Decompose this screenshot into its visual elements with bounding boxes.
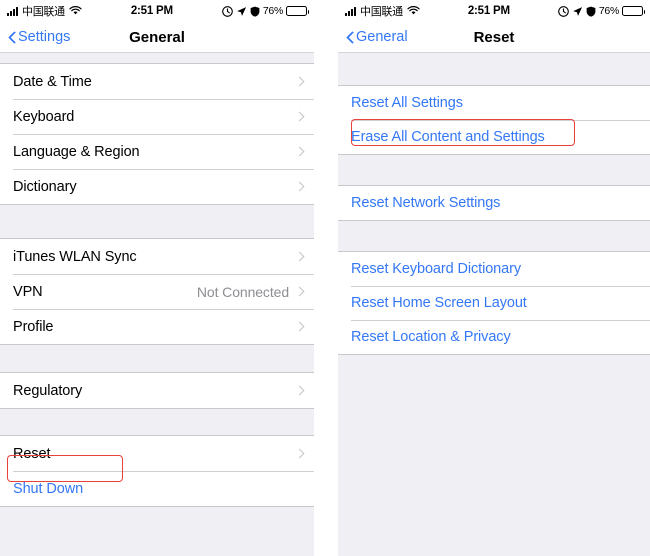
chevron-right-icon xyxy=(296,250,304,263)
row-label: Shut Down xyxy=(13,480,84,497)
row-reset-location-privacy[interactable]: Reset Location & Privacy xyxy=(338,320,650,354)
group-gap xyxy=(0,53,314,63)
row-reset-home-screen-layout[interactable]: Reset Home Screen Layout xyxy=(338,286,650,320)
row-date-time[interactable]: Date & Time xyxy=(0,64,314,99)
clock-label: 2:51 PM xyxy=(467,5,510,17)
chevron-right-icon xyxy=(296,320,304,333)
row-regulatory[interactable]: Regulatory xyxy=(0,373,314,408)
row-value-vpn-status: Not Connected xyxy=(196,283,289,300)
right-phone-screen: 中国联通 2:51 PM 76% General Reset Reset All… xyxy=(338,0,650,556)
wifi-icon xyxy=(407,6,420,15)
group-gap xyxy=(0,345,314,372)
location-arrow-icon xyxy=(237,6,246,16)
battery-icon xyxy=(622,6,645,16)
status-bar-right-group: 76% xyxy=(222,5,309,17)
row-vpn[interactable]: VPN Not Connected xyxy=(0,274,314,309)
row-label: Regulatory xyxy=(13,382,83,399)
location-arrow-icon xyxy=(573,6,582,16)
general-group-3: Regulatory xyxy=(0,372,314,409)
row-language-region[interactable]: Language & Region xyxy=(0,134,314,169)
chevron-right-icon xyxy=(296,447,304,460)
dual-screenshot-container: 中国联通 2:51 PM 76% Settings General Date &… xyxy=(0,0,650,556)
row-label: Reset Location & Privacy xyxy=(351,329,511,345)
status-bar-left: 中国联通 2:51 PM 76% xyxy=(0,0,314,22)
reset-group-2: Reset Network Settings xyxy=(338,185,650,221)
battery-percent-label: 76% xyxy=(598,5,619,17)
chevron-right-icon xyxy=(296,75,304,88)
back-button-label: General xyxy=(356,29,408,45)
row-keyboard[interactable]: Keyboard xyxy=(0,99,314,134)
signal-bars-icon xyxy=(345,6,356,16)
reset-list-right[interactable]: Reset All Settings Erase All Content and… xyxy=(338,53,650,556)
carrier-label: 中国联通 xyxy=(22,6,65,18)
row-label: Keyboard xyxy=(13,108,75,125)
status-bar-left-group: 中国联通 xyxy=(7,3,82,19)
alarm-icon xyxy=(222,5,233,17)
general-group-1: Date & Time Keyboard Language & Region D… xyxy=(0,63,314,205)
chevron-right-icon xyxy=(296,285,304,298)
chevron-right-icon xyxy=(296,145,304,158)
row-itunes-wlan-sync[interactable]: iTunes WLAN Sync xyxy=(0,239,314,274)
row-erase-all-content-and-settings[interactable]: Erase All Content and Settings xyxy=(338,120,650,154)
row-label: Dictionary xyxy=(13,178,77,195)
row-label: VPN xyxy=(13,283,43,300)
vpn-shield-icon xyxy=(250,6,260,17)
row-label: Profile xyxy=(13,318,54,335)
row-dictionary[interactable]: Dictionary xyxy=(0,169,314,204)
row-label: Reset Home Screen Layout xyxy=(351,295,527,311)
group-gap xyxy=(338,53,650,85)
row-label: iTunes WLAN Sync xyxy=(13,248,137,265)
nav-bar-right: General Reset xyxy=(338,22,650,52)
chevron-right-icon xyxy=(296,384,304,397)
chevron-left-icon xyxy=(346,31,354,44)
row-label: Reset xyxy=(13,445,51,462)
wifi-icon xyxy=(69,6,82,15)
vpn-shield-icon xyxy=(586,6,596,17)
chevron-right-icon xyxy=(296,110,304,123)
row-label: Language & Region xyxy=(13,143,140,160)
row-reset-keyboard-dictionary[interactable]: Reset Keyboard Dictionary xyxy=(338,252,650,286)
nav-bar-left: Settings General xyxy=(0,22,314,52)
back-button-settings[interactable]: Settings xyxy=(8,29,70,45)
row-label: Reset Keyboard Dictionary xyxy=(351,261,521,277)
group-gap xyxy=(338,221,650,251)
row-reset-all-settings[interactable]: Reset All Settings xyxy=(338,86,650,120)
reset-group-1: Reset All Settings Erase All Content and… xyxy=(338,85,650,155)
row-shut-down[interactable]: Shut Down xyxy=(0,471,314,506)
row-label: Date & Time xyxy=(13,73,92,90)
row-reset-network-settings[interactable]: Reset Network Settings xyxy=(338,186,650,220)
battery-icon xyxy=(286,6,309,16)
row-reset[interactable]: Reset xyxy=(0,436,314,471)
row-profile[interactable]: Profile xyxy=(0,309,314,344)
clock-label: 2:51 PM xyxy=(130,5,173,17)
group-gap xyxy=(0,409,314,435)
status-bar-left-group: 中国联通 xyxy=(345,3,420,19)
left-phone-screen: 中国联通 2:51 PM 76% Settings General Date &… xyxy=(0,0,314,556)
chevron-left-icon xyxy=(8,31,16,44)
signal-bars-icon xyxy=(7,6,18,16)
general-group-4: Reset Shut Down xyxy=(0,435,314,507)
group-gap xyxy=(338,155,650,185)
alarm-icon xyxy=(558,5,569,17)
row-label: Reset Network Settings xyxy=(351,195,501,211)
general-group-2: iTunes WLAN Sync VPN Not Connected Profi… xyxy=(0,238,314,345)
list-bottom-gap xyxy=(338,355,650,531)
battery-percent-label: 76% xyxy=(262,5,283,17)
row-label: Reset All Settings xyxy=(351,95,463,111)
back-button-general[interactable]: General xyxy=(346,29,408,45)
screen-divider xyxy=(314,0,338,556)
group-gap xyxy=(0,205,314,238)
settings-list-left[interactable]: Date & Time Keyboard Language & Region D… xyxy=(0,53,314,556)
reset-group-3: Reset Keyboard Dictionary Reset Home Scr… xyxy=(338,251,650,355)
row-label: Erase All Content and Settings xyxy=(351,129,545,145)
status-bar-right: 中国联通 2:51 PM 76% xyxy=(338,0,650,22)
list-bottom-gap xyxy=(0,507,314,539)
carrier-label: 中国联通 xyxy=(360,6,403,18)
back-button-label: Settings xyxy=(18,29,71,45)
status-bar-right-group: 76% xyxy=(558,5,645,17)
chevron-right-icon xyxy=(296,180,304,193)
